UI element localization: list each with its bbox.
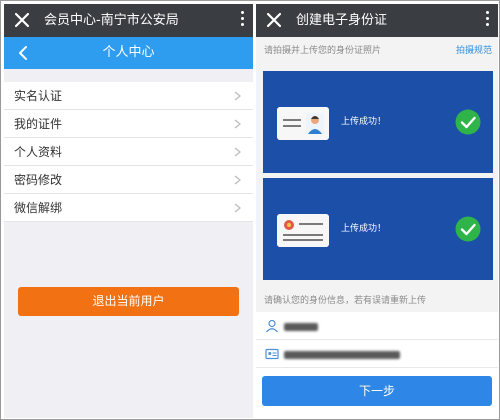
chevron-right-icon	[234, 175, 241, 185]
menu-item-label: 个人资料	[14, 145, 63, 159]
close-icon[interactable]	[264, 10, 284, 30]
window-title: 会员中心-南宁市公安局	[44, 13, 179, 28]
chevron-right-icon	[234, 147, 241, 157]
nav-bar: 个人中心	[4, 37, 253, 69]
more-options-icon[interactable]	[484, 11, 490, 31]
upload-hint: 请拍摄并上传您的身份证照片	[264, 46, 382, 56]
more-options-icon[interactable]	[239, 11, 245, 31]
logout-button[interactable]: 退出当前用户	[18, 287, 239, 316]
id-card-front-upload[interactable]: 上传成功！	[263, 71, 493, 173]
user-icon	[266, 319, 278, 333]
menu-item-change-password[interactable]: 密码修改	[4, 166, 253, 194]
confirm-hint-bar: 请确认您的身份信息，若有误请重新上传	[256, 290, 498, 312]
screenshot-frame: 会员中心-南宁市公安局 个人中心 实名认证 我的证件 个人资料 密码修改 微信解…	[0, 0, 500, 420]
redacted-id-number	[284, 351, 400, 359]
menu-item-real-name-auth[interactable]: 实名认证	[4, 82, 253, 110]
settings-menu: 实名认证 我的证件 个人资料 密码修改 微信解绑	[4, 82, 253, 222]
photo-guide-link[interactable]: 拍摄规范	[456, 37, 492, 65]
upload-area: 上传成功！ 上传成功！	[256, 65, 498, 290]
chevron-right-icon	[234, 119, 241, 129]
chevron-right-icon	[234, 203, 241, 213]
success-check-icon	[455, 109, 481, 135]
id-card-portrait-icon	[277, 107, 329, 140]
id-number-field	[256, 340, 498, 368]
menu-item-my-certificates[interactable]: 我的证件	[4, 110, 253, 138]
menu-item-label: 微信解绑	[14, 201, 63, 215]
upload-status: 上传成功！	[341, 117, 387, 127]
menu-item-label: 我的证件	[14, 117, 63, 131]
close-icon[interactable]	[12, 10, 32, 30]
member-center-screen: 会员中心-南宁市公安局 个人中心 实名认证 我的证件 个人资料 密码修改 微信解…	[4, 4, 253, 418]
menu-item-label: 密码修改	[14, 173, 63, 187]
menu-item-profile[interactable]: 个人资料	[4, 138, 253, 166]
menu-item-label: 实名认证	[14, 89, 63, 103]
menu-item-unbind-wechat[interactable]: 微信解绑	[4, 194, 253, 222]
upload-hint-bar: 请拍摄并上传您的身份证照片 拍摄规范	[256, 37, 498, 65]
id-card-icon	[265, 348, 279, 360]
page-title: 个人中心	[102, 45, 155, 60]
title-bar: 会员中心-南宁市公安局	[4, 4, 253, 37]
id-card-back-upload[interactable]: 上传成功！	[263, 178, 493, 280]
confirm-hint: 请确认您的身份信息，若有误请重新上传	[264, 296, 427, 306]
name-field	[256, 312, 498, 340]
create-eid-screen: 创建电子身份证 请拍摄并上传您的身份证照片 拍摄规范 上传成功！ 上传成功！ 请…	[256, 4, 498, 418]
upload-status: 上传成功！	[341, 224, 387, 234]
title-bar: 创建电子身份证	[256, 4, 498, 37]
id-card-emblem-icon	[277, 214, 329, 247]
next-step-button[interactable]: 下一步	[262, 376, 492, 406]
chevron-right-icon	[234, 91, 241, 101]
success-check-icon	[455, 216, 481, 242]
window-title: 创建电子身份证	[296, 13, 388, 28]
redacted-name	[284, 323, 318, 331]
